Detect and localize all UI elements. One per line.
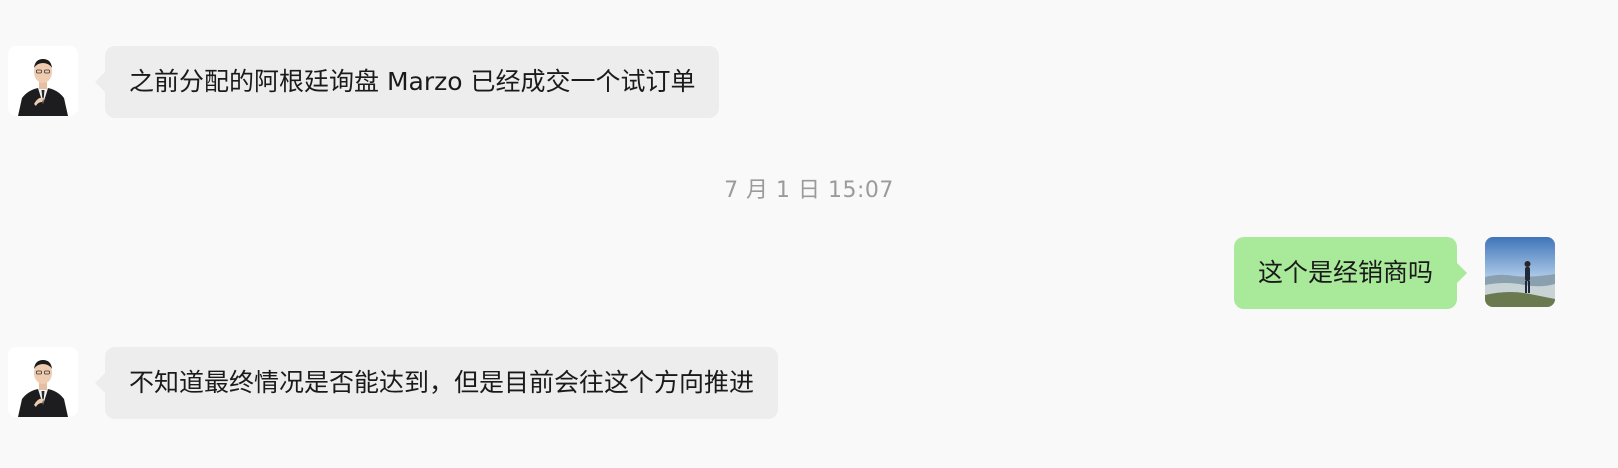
message-text: 之前分配的阿根廷询盘 Marzo 已经成交一个试订单 (129, 67, 696, 96)
contact-avatar[interactable] (8, 347, 78, 417)
chat-history: ·· ·· 之前分配的阿根廷询盘 Marzo 已经成交一个试订单 7 月 1 日… (0, 0, 1618, 468)
message-bubble-outgoing[interactable]: 这个是经销商吗 (1233, 237, 1467, 309)
message-timestamp: 7 月 1 日 15:07 (724, 178, 894, 203)
contact-avatar[interactable] (8, 46, 78, 116)
landscape-photo-avatar-icon (1485, 237, 1555, 307)
timestamp-partial: ·· ·· (760, 0, 805, 11)
message-text: 不知道最终情况是否能达到，但是目前会往这个方向推进 (129, 368, 755, 397)
message-text: 这个是经销商吗 (1257, 258, 1433, 287)
message-bubble-incoming[interactable]: 不知道最终情况是否能达到，但是目前会往这个方向推进 (95, 347, 779, 419)
bubble-tail (1457, 263, 1467, 283)
self-avatar[interactable] (1485, 237, 1555, 307)
bubble-tail (95, 373, 105, 393)
bubble-tail (95, 72, 105, 92)
man-in-suit-avatar-icon (8, 347, 78, 417)
man-in-suit-avatar-icon (8, 46, 78, 116)
message-bubble-incoming[interactable]: 之前分配的阿根廷询盘 Marzo 已经成交一个试订单 (95, 46, 720, 118)
